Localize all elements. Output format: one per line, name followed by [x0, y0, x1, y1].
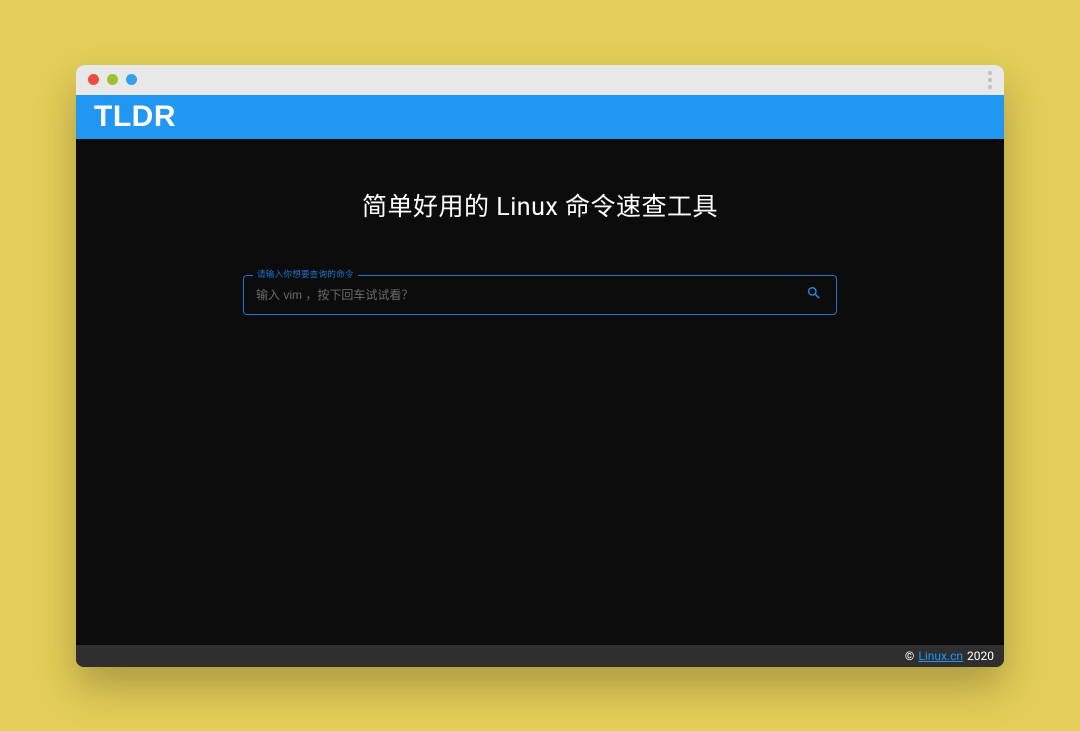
traffic-lights: [88, 74, 137, 85]
footer-link[interactable]: Linux.cn: [918, 649, 963, 663]
browser-window: TLDR 简单好用的 Linux 命令速查工具 请输入你想要查询的命令 © Li…: [76, 65, 1004, 667]
app-header: TLDR: [76, 95, 1004, 139]
search-wrapper: 请输入你想要查询的命令: [243, 275, 837, 315]
app-footer: © Linux.cn 2020: [76, 645, 1004, 667]
search-icon: [806, 285, 822, 304]
hero-title: 简单好用的 Linux 命令速查工具: [362, 187, 718, 223]
minimize-window-button[interactable]: [107, 74, 118, 85]
browser-menu-button[interactable]: [988, 71, 992, 89]
footer-year: 2020: [967, 649, 994, 663]
search-button[interactable]: [802, 281, 826, 308]
footer-copyright-symbol: ©: [905, 649, 914, 663]
app-logo: TLDR: [94, 100, 176, 134]
search-input[interactable]: [256, 288, 802, 302]
search-legend: 请输入你想要查询的命令: [253, 268, 358, 280]
close-window-button[interactable]: [88, 74, 99, 85]
app-main: 简单好用的 Linux 命令速查工具 请输入你想要查询的命令: [76, 139, 1004, 645]
browser-chrome: [76, 65, 1004, 95]
maximize-window-button[interactable]: [126, 74, 137, 85]
search-fieldset: [243, 275, 837, 315]
